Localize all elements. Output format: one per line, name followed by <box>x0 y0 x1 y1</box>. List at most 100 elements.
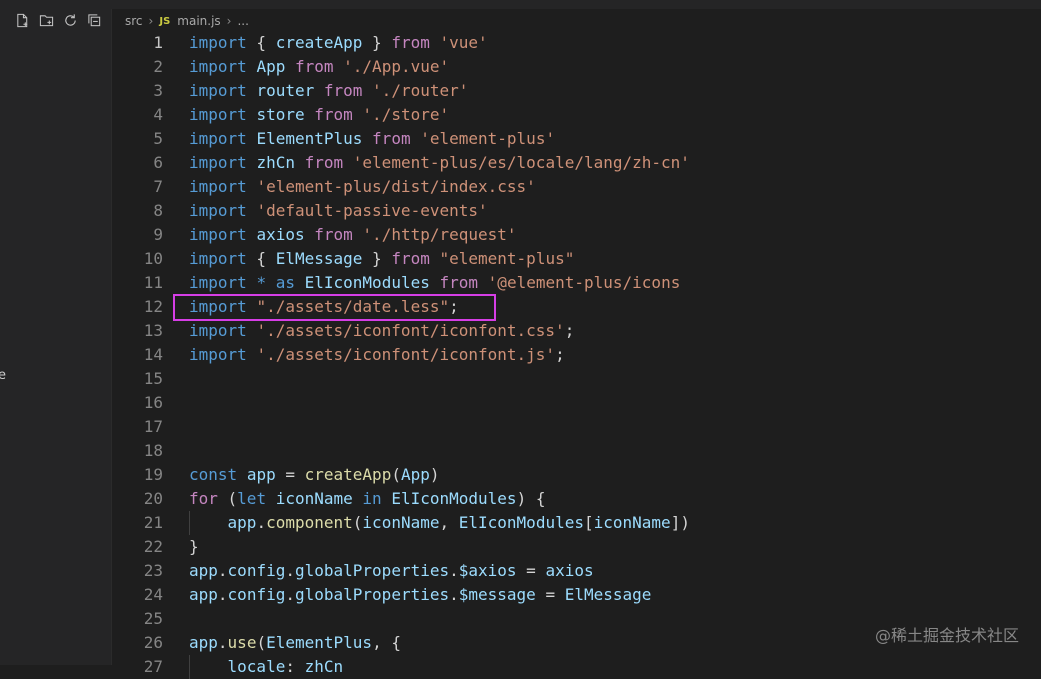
explorer-actions <box>14 10 103 30</box>
code-token: app <box>189 585 218 604</box>
new-folder-icon[interactable] <box>38 12 55 29</box>
code-line[interactable]: 18 <box>111 439 1041 463</box>
code-token: : <box>285 657 305 676</box>
line-number: 19 <box>143 465 163 484</box>
code-token: ElementPlus <box>266 633 373 652</box>
code-line[interactable]: 8 import 'default-passive-events' <box>111 199 1041 223</box>
line-number: 3 <box>153 81 163 100</box>
code-line[interactable]: 3 import router from './router' <box>111 79 1041 103</box>
line-number: 17 <box>143 417 163 436</box>
code-token: 'element-plus/es/locale/lang/zh-cn' <box>352 153 690 172</box>
code-token: locale <box>227 657 286 676</box>
code-line[interactable]: 6 import zhCn from 'element-plus/es/local… <box>111 151 1041 175</box>
code-token: store <box>256 105 305 124</box>
line-number: 8 <box>153 201 163 220</box>
code-token: import <box>189 33 247 52</box>
collapse-all-icon[interactable] <box>86 12 103 29</box>
code-line[interactable]: 27 locale: zhCn <box>111 655 1041 679</box>
code-line[interactable]: 15 <box>111 367 1041 391</box>
code-token: ( <box>391 465 401 484</box>
refresh-icon[interactable] <box>62 12 79 29</box>
code-text: import * as ElIconModules from '@element… <box>189 271 680 295</box>
code-token: ElementPlus <box>256 129 363 148</box>
line-number: 6 <box>153 153 163 172</box>
code-token: import <box>189 129 247 148</box>
code-token: . <box>285 585 295 604</box>
code-token: from <box>372 129 411 148</box>
code-line[interactable]: 22} <box>111 535 1041 559</box>
breadcrumb-folder[interactable]: src <box>125 14 143 28</box>
code-token: '@element-plus/icons <box>487 273 681 292</box>
code-token: as <box>275 273 295 292</box>
code-text: import './assets/iconfont/iconfont.css'; <box>189 319 574 343</box>
breadcrumb-file[interactable]: main.js <box>177 14 220 28</box>
code-line[interactable]: 10 import { ElMessage } from "element-plu… <box>111 247 1041 271</box>
code-line[interactable]: 23 app.config.globalProperties.$axios = a… <box>111 559 1041 583</box>
code-token: } <box>189 537 199 556</box>
code-token: import <box>189 321 247 340</box>
indent-guide <box>189 511 190 535</box>
code-token: './App.vue' <box>343 57 450 76</box>
code-token: ) <box>429 465 440 484</box>
code-text: import router from './router' <box>189 79 468 103</box>
code-line[interactable]: 14 import './assets/iconfont/iconfont.js'… <box>111 343 1041 367</box>
code-editor[interactable]: 1 import { createApp } from 'vue' 2 import … <box>111 31 1041 679</box>
line-number: 21 <box>143 513 163 532</box>
code-token: router <box>256 81 315 100</box>
breadcrumb-symbol[interactable]: ... <box>237 14 248 28</box>
code-line[interactable]: 24 app.config.globalProperties.$message =… <box>111 583 1041 607</box>
code-token: ElMessage <box>275 249 363 268</box>
code-token: from <box>314 225 353 244</box>
code-line[interactable]: 9 import axios from './http/request' <box>111 223 1041 247</box>
code-token: App <box>256 57 286 76</box>
code-token: from <box>391 249 430 268</box>
code-line[interactable]: 17 <box>111 415 1041 439</box>
code-token: ( <box>352 513 363 532</box>
code-token: component <box>266 513 353 532</box>
code-line[interactable]: 16 <box>111 391 1041 415</box>
line-number: 27 <box>143 657 163 676</box>
code-token: from <box>314 105 353 124</box>
new-file-icon[interactable] <box>14 12 31 29</box>
code-line[interactable]: 7 import 'element-plus/dist/index.css' <box>111 175 1041 199</box>
code-text: import store from './store' <box>189 103 449 127</box>
code-text: import { createApp } from 'vue' <box>189 31 488 55</box>
code-line[interactable]: 13 import './assets/iconfont/iconfont.css… <box>111 319 1041 343</box>
code-token: [ <box>583 513 594 532</box>
code-token: import <box>189 249 247 268</box>
code-text: import 'element-plus/dist/index.css' <box>189 175 536 199</box>
code-token: , { <box>372 633 401 652</box>
code-line[interactable]: 4 import store from './store' <box>111 103 1041 127</box>
code-token: './assets/iconfont/iconfont.js' <box>256 345 556 364</box>
line-number: 15 <box>143 369 163 388</box>
code-text: for (let iconName in ElIconModules) { <box>189 487 545 511</box>
code-token: import <box>189 81 247 100</box>
tab-bar <box>111 0 1041 9</box>
code-token: 'element-plus/dist/index.css' <box>256 177 536 196</box>
line-number: 20 <box>143 489 163 508</box>
code-token: . <box>217 633 228 652</box>
line-number: 2 <box>153 57 163 76</box>
code-line[interactable]: 20 for (let iconName in ElIconModules) { <box>111 487 1041 511</box>
code-line[interactable]: 19 const app = createApp(App) <box>111 463 1041 487</box>
code-token: app <box>189 633 218 652</box>
code-token: zhCn <box>304 657 344 676</box>
code-text: app.config.globalProperties.$axios = axi… <box>189 559 594 583</box>
code-line[interactable]: 1 import { createApp } from 'vue' <box>111 31 1041 55</box>
code-text: locale: zhCn <box>189 655 344 679</box>
code-line[interactable]: 21 app.component(iconName, ElIconModules… <box>111 511 1041 535</box>
code-line[interactable]: 2 import App from './App.vue' <box>111 55 1041 79</box>
code-line[interactable]: 11 import * as ElIconModules from '@eleme… <box>111 271 1041 295</box>
indent-guide <box>189 655 190 679</box>
code-token: config <box>227 561 286 580</box>
code-line[interactable]: 5 import ElementPlus from 'element-plus' <box>111 127 1041 151</box>
